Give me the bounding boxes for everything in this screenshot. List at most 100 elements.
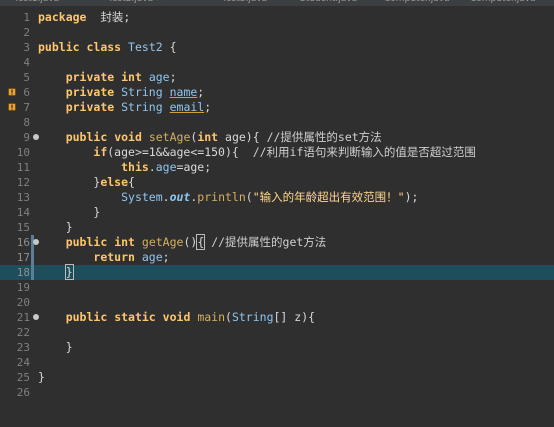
code-token: }: [38, 370, 45, 384]
code-token: ;: [169, 70, 177, 84]
code-line[interactable]: 5 private int age;: [0, 70, 554, 85]
code-token: .: [162, 190, 170, 204]
code-text[interactable]: }: [38, 205, 100, 220]
code-text[interactable]: private String email;: [38, 100, 211, 115]
code-text[interactable]: public void setAge(int age){ //提供属性的set方…: [38, 130, 382, 145]
line-number: 4: [23, 56, 30, 69]
code-text[interactable]: return age;: [38, 250, 170, 265]
line-number: 24: [16, 356, 30, 369]
code-token: }: [38, 175, 101, 189]
line-number: 20: [16, 296, 30, 309]
code-token: String: [121, 100, 163, 114]
line-number: 10: [16, 146, 30, 159]
code-editor[interactable]: 1 package 封装; 2 3 public class Test2 { 4 5 pri…: [0, 6, 554, 427]
code-line[interactable]: 12 }else{: [0, 175, 554, 190]
code-token: public: [65, 130, 108, 144]
code-token: email: [169, 100, 205, 114]
code-token: 150: [204, 145, 225, 159]
code-text[interactable]: private int age;: [38, 70, 177, 85]
code-token: ;: [204, 100, 212, 114]
code-token: }: [38, 205, 101, 219]
code-token: return: [93, 250, 135, 264]
code-line[interactable]: 9 public void setAge(int age){ //提供属性的se…: [0, 130, 554, 145]
code-text[interactable]: }else{: [38, 175, 135, 190]
code-line[interactable]: 23 }: [0, 340, 554, 355]
code-line[interactable]: 4: [0, 55, 554, 70]
code-line[interactable]: 22: [0, 325, 554, 340]
code-token: setAge: [148, 130, 191, 144]
code-token: this: [121, 160, 149, 174]
code-line[interactable]: 2: [0, 25, 554, 40]
code-line[interactable]: 13 System.out.println("输入的年龄超出有效范围！");: [0, 190, 554, 205]
code-token: int: [197, 130, 219, 144]
change-bar-marker: [31, 250, 34, 265]
code-text[interactable]: }: [38, 370, 45, 385]
code-token: ;: [162, 250, 170, 264]
code-text[interactable]: if(age>=1&&age<=150){ //利用if语句来判断输入的值是否超…: [38, 145, 476, 160]
code-line[interactable]: 17 return age;: [0, 250, 554, 265]
code-text[interactable]: }: [38, 264, 74, 280]
code-text[interactable]: public class Test2 {: [38, 40, 177, 55]
code-line[interactable]: 16 public int getAge(){ //提供属性的get方法: [0, 234, 554, 250]
line-number: 26: [16, 386, 30, 399]
code-line[interactable]: 11 this.age=age;: [0, 160, 554, 175]
code-line[interactable]: 15 }: [0, 220, 554, 235]
code-text[interactable]: this.age=age;: [38, 160, 211, 175]
code-line[interactable]: 1 package 封装;: [0, 10, 554, 25]
code-text[interactable]: private String name;: [38, 85, 205, 100]
code-text[interactable]: package 封装;: [38, 10, 130, 25]
code-line[interactable]: 25}: [0, 370, 554, 385]
code-text[interactable]: public int getAge(){ //提供属性的get方法: [38, 234, 326, 250]
warning-marker-icon[interactable]: [8, 88, 16, 96]
code-line[interactable]: 26: [0, 385, 554, 400]
code-token: (): [183, 235, 198, 249]
code-line[interactable]: 6 private String name;: [0, 85, 554, 100]
code-line[interactable]: 3 public class Test2 {: [0, 40, 554, 55]
code-lines: 1 package 封装; 2 3 public class Test2 { 4 5 pri…: [0, 10, 554, 400]
code-token: (age>=: [107, 145, 149, 159]
code-token: private: [65, 85, 115, 99]
code-token: age: [141, 250, 163, 264]
code-line[interactable]: 10 if(age>=1&&age<=150){ //利用if语句来判断输入的值…: [0, 145, 554, 160]
code-line[interactable]: 19: [0, 280, 554, 295]
code-token: [] z){: [273, 310, 316, 324]
line-number: 3: [23, 41, 30, 54]
code-token: (: [225, 310, 232, 324]
code-line[interactable]: 7 private String email;: [0, 100, 554, 115]
code-token: getAge: [141, 235, 184, 249]
code-token: private: [65, 100, 115, 114]
code-line[interactable]: 20: [0, 295, 554, 310]
code-token: int: [114, 235, 135, 249]
code-line[interactable]: 14 }: [0, 205, 554, 220]
code-token: out: [169, 190, 191, 204]
code-token: private: [65, 70, 115, 84]
code-line[interactable]: 8: [0, 115, 554, 130]
line-number: 25: [16, 371, 30, 384]
code-token: if: [93, 145, 108, 159]
line-number: 12: [16, 176, 30, 189]
code-token: {: [162, 40, 177, 54]
code-line[interactable]: 18 }: [0, 264, 554, 280]
code-token: age){: [218, 130, 267, 144]
line-number: 13: [16, 191, 30, 204]
code-text[interactable]: public static void main(String[] z){: [38, 310, 315, 325]
code-token: .: [148, 160, 156, 174]
code-token: }: [38, 340, 73, 354]
code-token: static: [114, 310, 156, 324]
warning-marker-icon[interactable]: [8, 103, 16, 111]
code-text[interactable]: }: [38, 340, 73, 355]
code-text[interactable]: }: [38, 220, 73, 235]
line-number: 16: [16, 236, 30, 249]
code-token: void: [114, 130, 142, 144]
code-line[interactable]: 24: [0, 355, 554, 370]
code-text[interactable]: System.out.println("输入的年龄超出有效范围！");: [38, 190, 418, 205]
code-line[interactable]: 21 public static void main(String[] z){: [0, 310, 554, 325]
